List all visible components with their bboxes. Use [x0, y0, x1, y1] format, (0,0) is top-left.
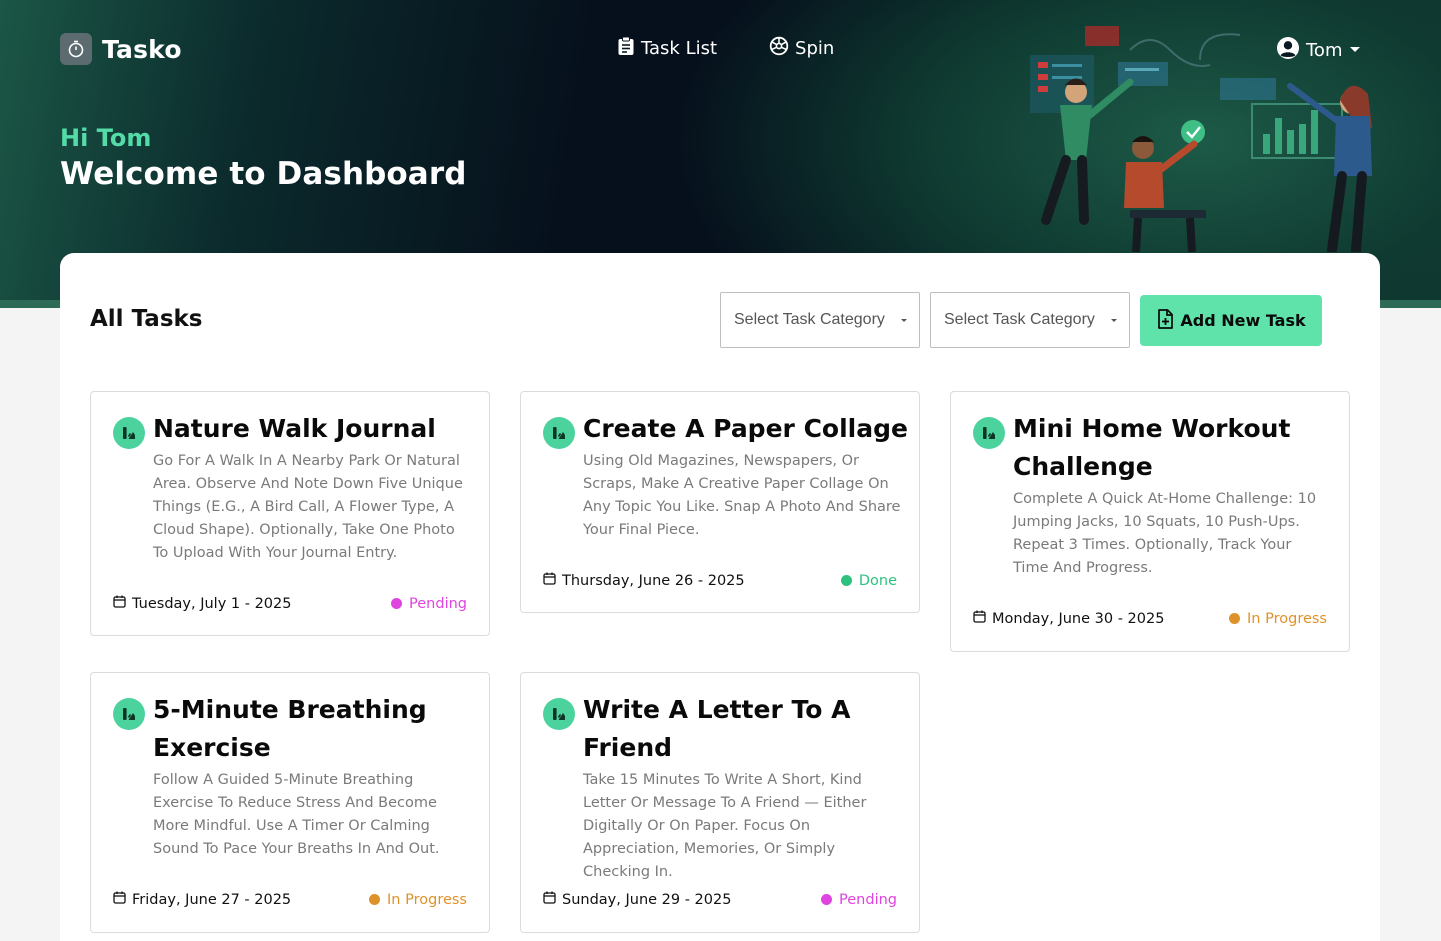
task-title: Write A Letter To A Friend [583, 695, 851, 762]
task-description: Go For A Walk In A Nearby Park Or Natura… [153, 453, 463, 561]
nav-task-list-label: Task List [641, 38, 718, 59]
status-dot [391, 598, 403, 609]
category-select-1[interactable]: Select Task Category [720, 292, 920, 348]
app-logo[interactable]: Tasko [60, 33, 182, 65]
task-date-text: Tuesday, July 1 - 2025 [132, 595, 292, 612]
add-new-task-button[interactable]: Add New Task [1140, 295, 1322, 346]
task-description: Using Old Magazines, Newspapers, Or Scra… [583, 453, 901, 538]
caret-down-icon [901, 319, 907, 322]
status-text: Pending [409, 595, 467, 612]
status-badge: In Progress [1229, 611, 1327, 627]
task-date-text: Thursday, June 26 - 2025 [562, 572, 745, 589]
status-badge: Pending [391, 596, 467, 612]
task-title: Mini Home Workout Challenge [1013, 414, 1291, 481]
main-nav: Task List Spin [617, 36, 834, 61]
status-dot [1229, 613, 1241, 624]
task-icon [973, 417, 1005, 449]
task-date-text: Sunday, June 29 - 2025 [562, 891, 732, 908]
task-icon [113, 417, 145, 449]
task-footer: Sunday, June 29 - 2025 Pending [543, 891, 897, 908]
task-date: Tuesday, July 1 - 2025 [113, 595, 291, 612]
status-text: In Progress [1247, 610, 1327, 627]
calendar-icon [543, 572, 556, 589]
clipboard-icon [617, 36, 635, 61]
category-select-2[interactable]: Select Task Category [930, 292, 1130, 348]
section-title: All Tasks [90, 306, 203, 332]
task-title: Nature Walk Journal [153, 414, 436, 443]
greeting-block: Hi Tom Welcome to Dashboard [60, 124, 467, 192]
task-card[interactable]: Nature Walk Journal Go For A Walk In A N… [90, 391, 490, 636]
status-dot [821, 894, 833, 905]
task-date: Sunday, June 29 - 2025 [543, 891, 731, 908]
task-card[interactable]: Mini Home Workout Challenge Complete A Q… [950, 391, 1350, 652]
stopwatch-icon [60, 33, 92, 65]
calendar-icon [543, 891, 556, 908]
app-name: Tasko [102, 34, 182, 64]
task-footer: Monday, June 30 - 2025 In Progress [973, 610, 1327, 627]
task-title: 5-Minute Breathing Exercise [153, 695, 427, 762]
task-date-text: Monday, June 30 - 2025 [992, 610, 1165, 627]
task-title: Create A Paper Collage [583, 414, 908, 443]
status-dot [369, 894, 381, 905]
status-badge: In Progress [369, 892, 467, 908]
team-illustration [1030, 26, 1372, 252]
category-select-2-label: Select Task Category [944, 311, 1095, 328]
status-text: Done [858, 572, 897, 589]
task-description: Follow A Guided 5-Minute Breathing Exerc… [153, 772, 440, 857]
greeting-text: Hi Tom [60, 124, 152, 152]
category-select-1-label: Select Task Category [734, 311, 885, 328]
status-text: Pending [839, 891, 897, 908]
task-icon [543, 417, 575, 449]
nav-spin[interactable]: Spin [769, 36, 834, 61]
calendar-icon [113, 891, 126, 908]
task-description: Complete A Quick At-Home Challenge: 10 J… [1013, 491, 1317, 576]
calendar-icon [973, 610, 986, 627]
task-card[interactable]: 5-Minute Breathing Exercise Follow A Gui… [90, 672, 490, 933]
task-date: Thursday, June 26 - 2025 [543, 572, 745, 589]
spin-wheel-icon [769, 36, 789, 61]
caret-down-icon [1111, 319, 1117, 322]
nav-spin-label: Spin [795, 38, 835, 59]
task-card[interactable]: Create A Paper Collage Using Old Magazin… [520, 391, 920, 613]
nav-task-list[interactable]: Task List [617, 36, 717, 61]
add-new-task-label: Add New Task [1180, 311, 1306, 330]
task-footer: Friday, June 27 - 2025 In Progress [113, 891, 467, 908]
status-dot [840, 575, 852, 586]
task-footer: Tuesday, July 1 - 2025 Pending [113, 595, 467, 612]
task-date-text: Friday, June 27 - 2025 [132, 891, 292, 908]
task-footer: Thursday, June 26 - 2025 Done [543, 572, 897, 589]
status-text: In Progress [387, 891, 467, 908]
calendar-icon [113, 595, 126, 612]
file-plus-icon [1156, 308, 1174, 333]
task-icon [543, 698, 575, 730]
task-date: Monday, June 30 - 2025 [973, 610, 1164, 627]
task-date: Friday, June 27 - 2025 [113, 891, 291, 908]
status-badge: Done [840, 572, 897, 589]
task-icon [113, 698, 145, 730]
task-description: Take 15 Minutes To Write A Short, Kind L… [583, 772, 867, 880]
tasks-panel: All Tasks Select Task Category Select Ta… [60, 253, 1380, 941]
task-card[interactable]: Write A Letter To A Friend Take 15 Minut… [520, 672, 920, 933]
page-title: Welcome to Dashboard [60, 156, 467, 192]
status-badge: Pending [821, 892, 897, 908]
